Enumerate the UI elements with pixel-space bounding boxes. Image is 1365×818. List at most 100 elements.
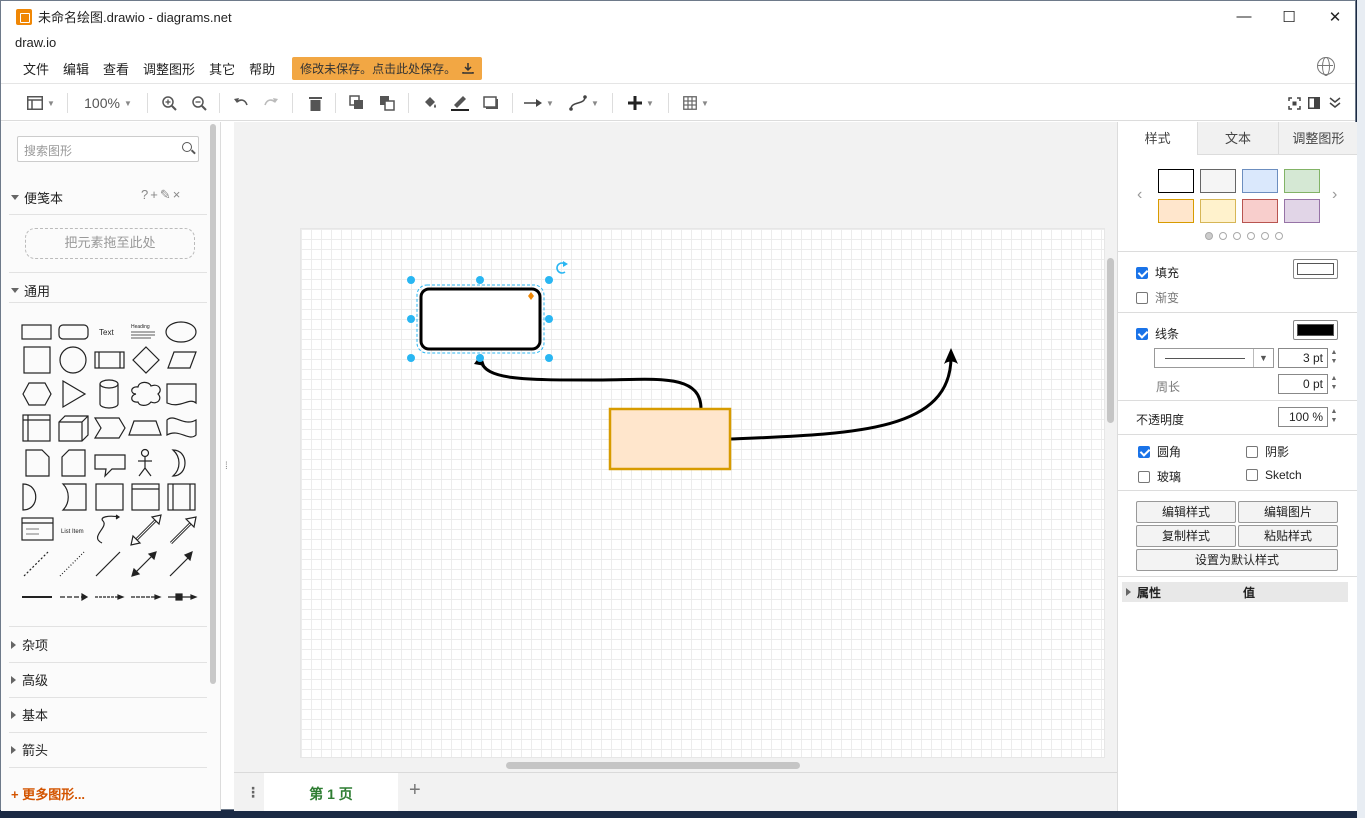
line-option[interactable]: 线条 <box>1136 325 1179 342</box>
menu-edit[interactable]: 编辑 <box>56 59 96 78</box>
menu-help[interactable]: 帮助 <box>242 59 282 78</box>
close-button[interactable]: ✕ <box>1312 1 1358 32</box>
fill-color-button[interactable] <box>419 84 441 122</box>
unsaved-changes-button[interactable]: 修改未保存。点击此处保存。 <box>292 56 483 80</box>
pages-menu-icon[interactable]: ⋮ <box>246 784 260 801</box>
menu-extras[interactable]: 其它 <box>202 59 242 78</box>
swatch-page-dot[interactable] <box>1275 232 1283 240</box>
style-swatch-gray[interactable] <box>1200 169 1236 193</box>
insert-button[interactable]: ▼ <box>622 84 660 122</box>
tab-arrange[interactable]: 调整图形 <box>1277 122 1358 155</box>
edit-image-button[interactable]: 编辑图片 <box>1238 501 1338 523</box>
selected-rounded-rectangle[interactable] <box>419 287 542 351</box>
style-swatch-white[interactable] <box>1158 169 1194 193</box>
add-page-icon[interactable]: + <box>409 779 421 802</box>
basic-section-header[interactable]: 基本 <box>11 705 48 724</box>
opacity-stepper[interactable]: ▲ ▼ <box>1329 407 1339 427</box>
opacity-input[interactable]: 100 % <box>1278 407 1328 427</box>
arrows-section-header[interactable]: 箭头 <box>11 740 48 759</box>
paste-style-button[interactable]: 粘贴样式 <box>1238 525 1338 547</box>
language-globe-icon[interactable] <box>1317 57 1335 76</box>
maximize-button[interactable]: ☐ <box>1266 1 1312 32</box>
orange-rectangle-shape[interactable] <box>608 407 732 471</box>
zoom-in-button[interactable] <box>158 84 180 122</box>
style-swatch-orange[interactable] <box>1158 199 1194 223</box>
gradient-checkbox[interactable] <box>1136 291 1148 304</box>
general-shapes-palette[interactable]: Text Heading List Item <box>19 317 201 607</box>
redo-button[interactable] <box>260 84 282 122</box>
connection-style-button[interactable]: ▼ <box>521 84 557 122</box>
fill-checkbox[interactable] <box>1136 266 1148 279</box>
perimeter-input[interactable]: 0 pt <box>1278 374 1328 394</box>
menu-file[interactable]: 文件 <box>16 59 56 78</box>
line-width-stepper[interactable]: ▲ ▼ <box>1329 348 1339 368</box>
line-color-button[interactable] <box>449 84 471 122</box>
table-button[interactable]: ▼ <box>677 84 715 122</box>
shadow-checkbox[interactable] <box>1246 445 1258 458</box>
zoom-select[interactable]: 100% ▼ <box>77 84 139 122</box>
line-pattern-select[interactable]: ▼ <box>1154 348 1274 368</box>
style-swatch-red[interactable] <box>1242 199 1278 223</box>
chevron-left-icon[interactable]: ‹ <box>1137 186 1142 204</box>
more-shapes-button[interactable]: + 更多图形... <box>11 784 85 803</box>
undo-button[interactable] <box>230 84 252 122</box>
advanced-section-header[interactable]: 高级 <box>11 670 48 689</box>
glass-option[interactable]: 玻璃 <box>1138 468 1181 485</box>
scratchpad-tools[interactable]: ?+✎× <box>141 187 182 203</box>
connector-edge-right[interactable] <box>730 356 953 441</box>
line-checkbox[interactable] <box>1136 327 1148 340</box>
line-width-input[interactable]: 3 pt <box>1278 348 1328 368</box>
tab-style[interactable]: 样式 <box>1118 122 1198 155</box>
zoom-out-button[interactable] <box>188 84 210 122</box>
gradient-option[interactable]: 渐变 <box>1136 289 1179 306</box>
style-swatch-yellow[interactable] <box>1200 199 1236 223</box>
scratchpad-header[interactable]: 便笺本 <box>11 188 63 207</box>
canvas-horizontal-scrollbar[interactable] <box>506 762 800 769</box>
rotate-handle-icon[interactable] <box>556 261 568 274</box>
fill-color-picker[interactable] <box>1293 259 1338 279</box>
sidebar-splitter-handle[interactable]: ⁞ <box>225 461 228 472</box>
canvas-vertical-scrollbar[interactable] <box>1107 258 1114 423</box>
to-front-button[interactable] <box>346 84 368 122</box>
edit-style-button[interactable]: 编辑样式 <box>1136 501 1236 523</box>
diagram-layer[interactable] <box>234 122 1117 772</box>
tab-text[interactable]: 文本 <box>1197 122 1278 155</box>
line-color-picker[interactable] <box>1293 320 1338 340</box>
rounded-option[interactable]: 圆角 <box>1138 443 1181 460</box>
page-tab-1[interactable]: 第 1 页 <box>264 773 398 811</box>
swatch-page-dot[interactable] <box>1247 232 1255 240</box>
perimeter-stepper[interactable]: ▲ ▼ <box>1329 374 1339 394</box>
fill-option[interactable]: 填充 <box>1136 264 1179 281</box>
style-swatch-blue[interactable] <box>1242 169 1278 193</box>
glass-checkbox[interactable] <box>1138 470 1150 483</box>
collapse-toolbar-button[interactable] <box>1325 84 1345 122</box>
swatch-page-dot[interactable] <box>1261 232 1269 240</box>
sketch-option[interactable]: Sketch <box>1246 468 1302 482</box>
swatch-page-dot[interactable] <box>1205 232 1213 240</box>
diagram-canvas[interactable] <box>234 122 1117 772</box>
to-back-button[interactable] <box>376 84 398 122</box>
delete-button[interactable] <box>304 84 326 122</box>
style-swatch-green[interactable] <box>1284 169 1320 193</box>
menu-arrange[interactable]: 调整图形 <box>136 59 202 78</box>
connector-edge-left[interactable] <box>479 359 703 410</box>
format-panel-toggle[interactable] <box>1305 84 1323 122</box>
style-swatch-purple[interactable] <box>1284 199 1320 223</box>
fullscreen-button[interactable] <box>1285 84 1303 122</box>
misc-section-header[interactable]: 杂项 <box>11 635 48 654</box>
set-default-style-button[interactable]: 设置为默认样式 <box>1136 549 1338 571</box>
chevron-right-icon[interactable]: › <box>1332 186 1337 204</box>
copy-style-button[interactable]: 复制样式 <box>1136 525 1236 547</box>
rounded-checkbox[interactable] <box>1138 445 1150 458</box>
sidebar-scrollbar[interactable] <box>210 124 216 684</box>
shadow-option[interactable]: 阴影 <box>1246 443 1289 460</box>
search-icon[interactable] <box>182 142 192 152</box>
swatch-page-dot[interactable] <box>1219 232 1227 240</box>
shape-search-input[interactable]: 搜索图形 <box>17 136 199 162</box>
view-button[interactable]: ▼ <box>21 84 61 122</box>
collapsed-arrow-icon[interactable] <box>1126 588 1131 596</box>
sketch-checkbox[interactable] <box>1246 469 1258 481</box>
waypoints-button[interactable]: ▼ <box>566 84 602 122</box>
menu-view[interactable]: 查看 <box>96 59 136 78</box>
swatch-page-dot[interactable] <box>1233 232 1241 240</box>
